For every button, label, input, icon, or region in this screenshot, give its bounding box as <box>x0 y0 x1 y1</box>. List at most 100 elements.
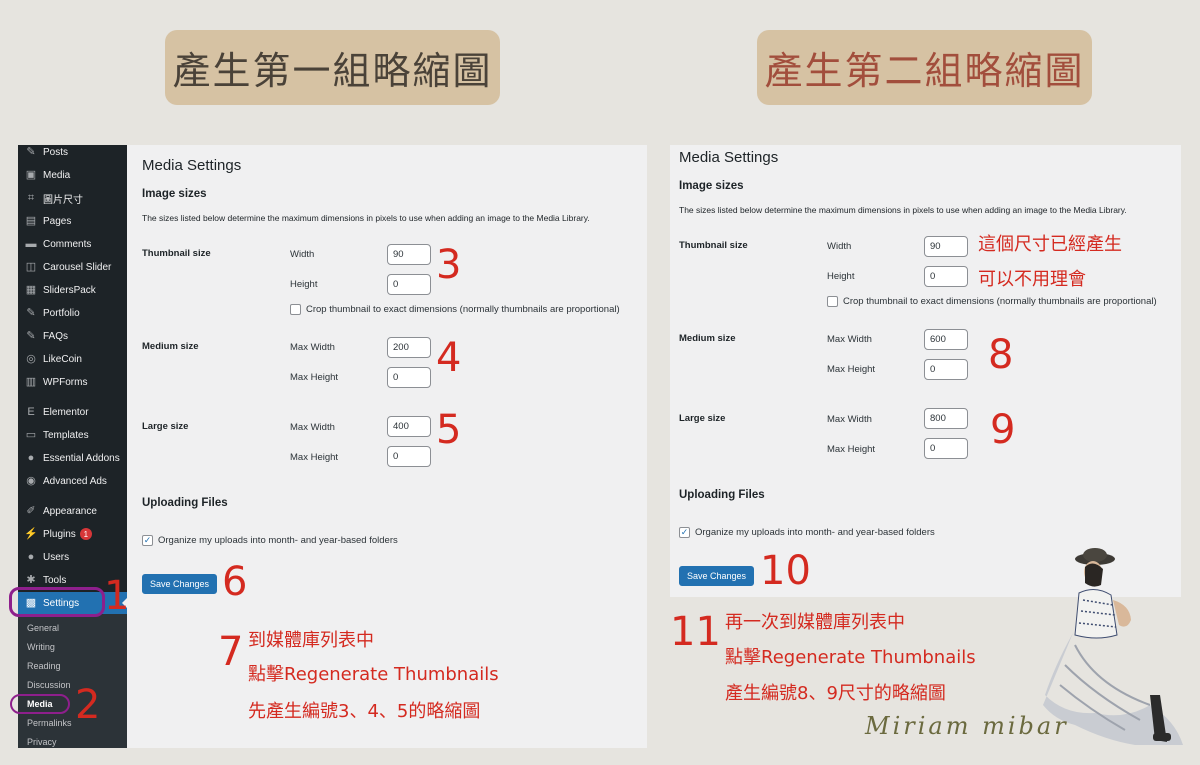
submenu-permalinks[interactable]: Permalinks <box>18 714 127 732</box>
media-settings-panel-first: Media Settings Image sizes The sizes lis… <box>127 145 647 748</box>
save-changes-button[interactable]: Save Changes <box>142 574 218 594</box>
large-height-label: Max Height <box>290 452 339 463</box>
submenu-writing[interactable]: Writing <box>18 638 127 656</box>
sidebar-item-pages[interactable]: ▤ Pages <box>18 210 127 232</box>
media-submenu-highlight <box>10 694 70 714</box>
pin-icon: ✎ <box>26 329 36 342</box>
sidebar-item-comments[interactable]: ▬ Comments <box>18 233 127 255</box>
organize-uploads-option[interactable]: ✓ Organize my uploads into month- and ye… <box>679 527 935 538</box>
step-7-note-line-1: 到媒體庫列表中 <box>248 630 374 651</box>
admin-sidebar: ✎ Posts ▣ Media ⌗ 圖片尺寸 ▤ Pages ▬ Comments ◫ Ca… <box>18 145 127 748</box>
step-7-note-line-3: 先產生編號3、4、5的略縮圖 <box>248 701 481 722</box>
uploading-files-heading: Uploading Files <box>142 497 228 509</box>
page-title: Media Settings <box>142 157 242 174</box>
large-size-label: Large size <box>142 421 189 432</box>
sidebar-item-faqs[interactable]: ✎ FAQs <box>18 325 127 347</box>
thumbnail-width-input[interactable] <box>924 236 968 257</box>
large-width-label: Max Width <box>827 414 872 425</box>
step-6-marker: 6 <box>222 559 248 605</box>
medium-size-label: Medium size <box>679 333 736 344</box>
thumbnail-height-input[interactable] <box>924 266 968 287</box>
thumbnail-note-line-1: 這個尺寸已經產生 <box>978 234 1122 255</box>
step-11-note-line-2: 點擊Regenerate Thumbnails <box>725 647 976 668</box>
sidebar-item-likecoin[interactable]: ◎ LikeCoin <box>18 348 127 370</box>
save-changes-button[interactable]: Save Changes <box>679 566 755 586</box>
sidebar-item-appearance[interactable]: ✐ Appearance <box>18 500 127 522</box>
step-5-marker: 5 <box>436 407 462 453</box>
sidebar-item-users[interactable]: ● Users <box>18 546 127 568</box>
organize-uploads-checkbox[interactable]: ✓ <box>679 527 690 538</box>
likecoin-icon: ◎ <box>26 352 36 365</box>
medium-width-input[interactable] <box>924 329 968 350</box>
settings-highlight <box>9 587 105 617</box>
sidebar-item-advanced-ads[interactable]: ◉ Advanced Ads <box>18 470 127 492</box>
pin-icon: ✎ <box>26 306 36 319</box>
thumbnail-width-label: Width <box>827 241 852 252</box>
crop-thumbnail-option[interactable]: Crop thumbnail to exact dimensions (norm… <box>290 304 620 315</box>
sidebar-item-portfolio[interactable]: ✎ Portfolio <box>18 302 127 324</box>
medium-width-input[interactable] <box>387 337 431 358</box>
large-width-label: Max Width <box>290 422 335 433</box>
sidebar-item-sliderspack[interactable]: ▦ SlidersPack <box>18 279 127 301</box>
pages-icon: ▤ <box>25 214 37 227</box>
thumbnail-width-label: Width <box>290 249 315 260</box>
large-width-input[interactable] <box>387 416 431 437</box>
sliderspack-icon: ▦ <box>25 283 37 296</box>
thumbnail-width-input[interactable] <box>387 244 431 265</box>
thumbnail-size-label: Thumbnail size <box>679 240 748 251</box>
banner-first-set: 產生第一組略縮圖 <box>165 30 500 105</box>
comments-icon: ▬ <box>25 237 37 250</box>
large-height-input[interactable] <box>387 446 431 467</box>
sidebar-item-wpforms[interactable]: ▥ WPForms <box>18 371 127 393</box>
large-size-label: Large size <box>679 413 726 424</box>
submenu-general[interactable]: General <box>18 619 127 637</box>
sidebar-item-media[interactable]: ▣ Media <box>18 164 127 186</box>
medium-size-label: Medium size <box>142 341 199 352</box>
brush-icon: ✐ <box>26 504 36 517</box>
image-sizes-description: The sizes listed below determine the max… <box>142 213 590 223</box>
elementor-icon: E <box>27 405 35 418</box>
folder-icon: ▭ <box>25 428 37 441</box>
sidebar-item-plugins[interactable]: ⚡ Plugins 1 <box>18 523 127 545</box>
media-settings-panel-second: Media Settings Image sizes The sizes lis… <box>670 145 1181 597</box>
sidebar-item-elementor[interactable]: E Elementor <box>18 401 127 423</box>
sidebar-item-posts[interactable]: ✎ Posts <box>18 141 127 163</box>
step-4-marker: 4 <box>436 335 462 381</box>
plugins-update-badge: 1 <box>79 528 92 540</box>
step-7-note-line-2: 點擊Regenerate Thumbnails <box>248 664 499 685</box>
carousel-icon: ◫ <box>25 260 37 273</box>
organize-uploads-checkbox[interactable]: ✓ <box>142 535 153 546</box>
submenu-discussion[interactable]: Discussion <box>18 676 127 694</box>
wrench-icon: ✱ <box>26 573 36 586</box>
medium-height-input[interactable] <box>924 359 968 380</box>
media-icon: ▣ <box>25 168 37 181</box>
sidebar-item-essential-addons[interactable]: ● Essential Addons <box>18 447 127 469</box>
medium-width-label: Max Width <box>827 334 872 345</box>
thumbnail-size-label: Thumbnail size <box>142 248 211 259</box>
step-3-marker: 3 <box>436 242 462 288</box>
image-sizes-heading: Image sizes <box>142 188 207 200</box>
large-width-input[interactable] <box>924 408 968 429</box>
medium-height-input[interactable] <box>387 367 431 388</box>
step-11-note-line-1: 再一次到媒體庫列表中 <box>725 612 905 633</box>
submenu-reading[interactable]: Reading <box>18 657 127 675</box>
ea-icon: ● <box>27 451 35 464</box>
banner-second-set: 產生第二組略縮圖 <box>757 30 1092 105</box>
crop-thumbnail-option[interactable]: Crop thumbnail to exact dimensions (norm… <box>827 296 1157 307</box>
crop-thumbnail-checkbox[interactable] <box>827 296 838 307</box>
submenu-privacy[interactable]: Privacy <box>18 733 127 751</box>
image-sizes-description: The sizes listed below determine the max… <box>679 205 1127 215</box>
sidebar-item-image-size[interactable]: ⌗ 圖片尺寸 <box>18 187 127 209</box>
large-height-input[interactable] <box>924 438 968 459</box>
thumbnail-height-label: Height <box>827 271 855 282</box>
step-7-marker: 7 <box>218 629 244 675</box>
thumbnail-height-input[interactable] <box>387 274 431 295</box>
user-icon: ● <box>27 550 35 563</box>
wpforms-icon: ▥ <box>25 375 37 388</box>
sidebar-item-carousel-slider[interactable]: ◫ Carousel Slider <box>18 256 127 278</box>
organize-uploads-option[interactable]: ✓ Organize my uploads into month- and ye… <box>142 535 398 546</box>
signature-logo: Miriam mibar <box>865 712 1069 740</box>
crop-thumbnail-checkbox[interactable] <box>290 304 301 315</box>
uploading-files-heading: Uploading Files <box>679 489 765 501</box>
sidebar-item-templates[interactable]: ▭ Templates <box>18 424 127 446</box>
